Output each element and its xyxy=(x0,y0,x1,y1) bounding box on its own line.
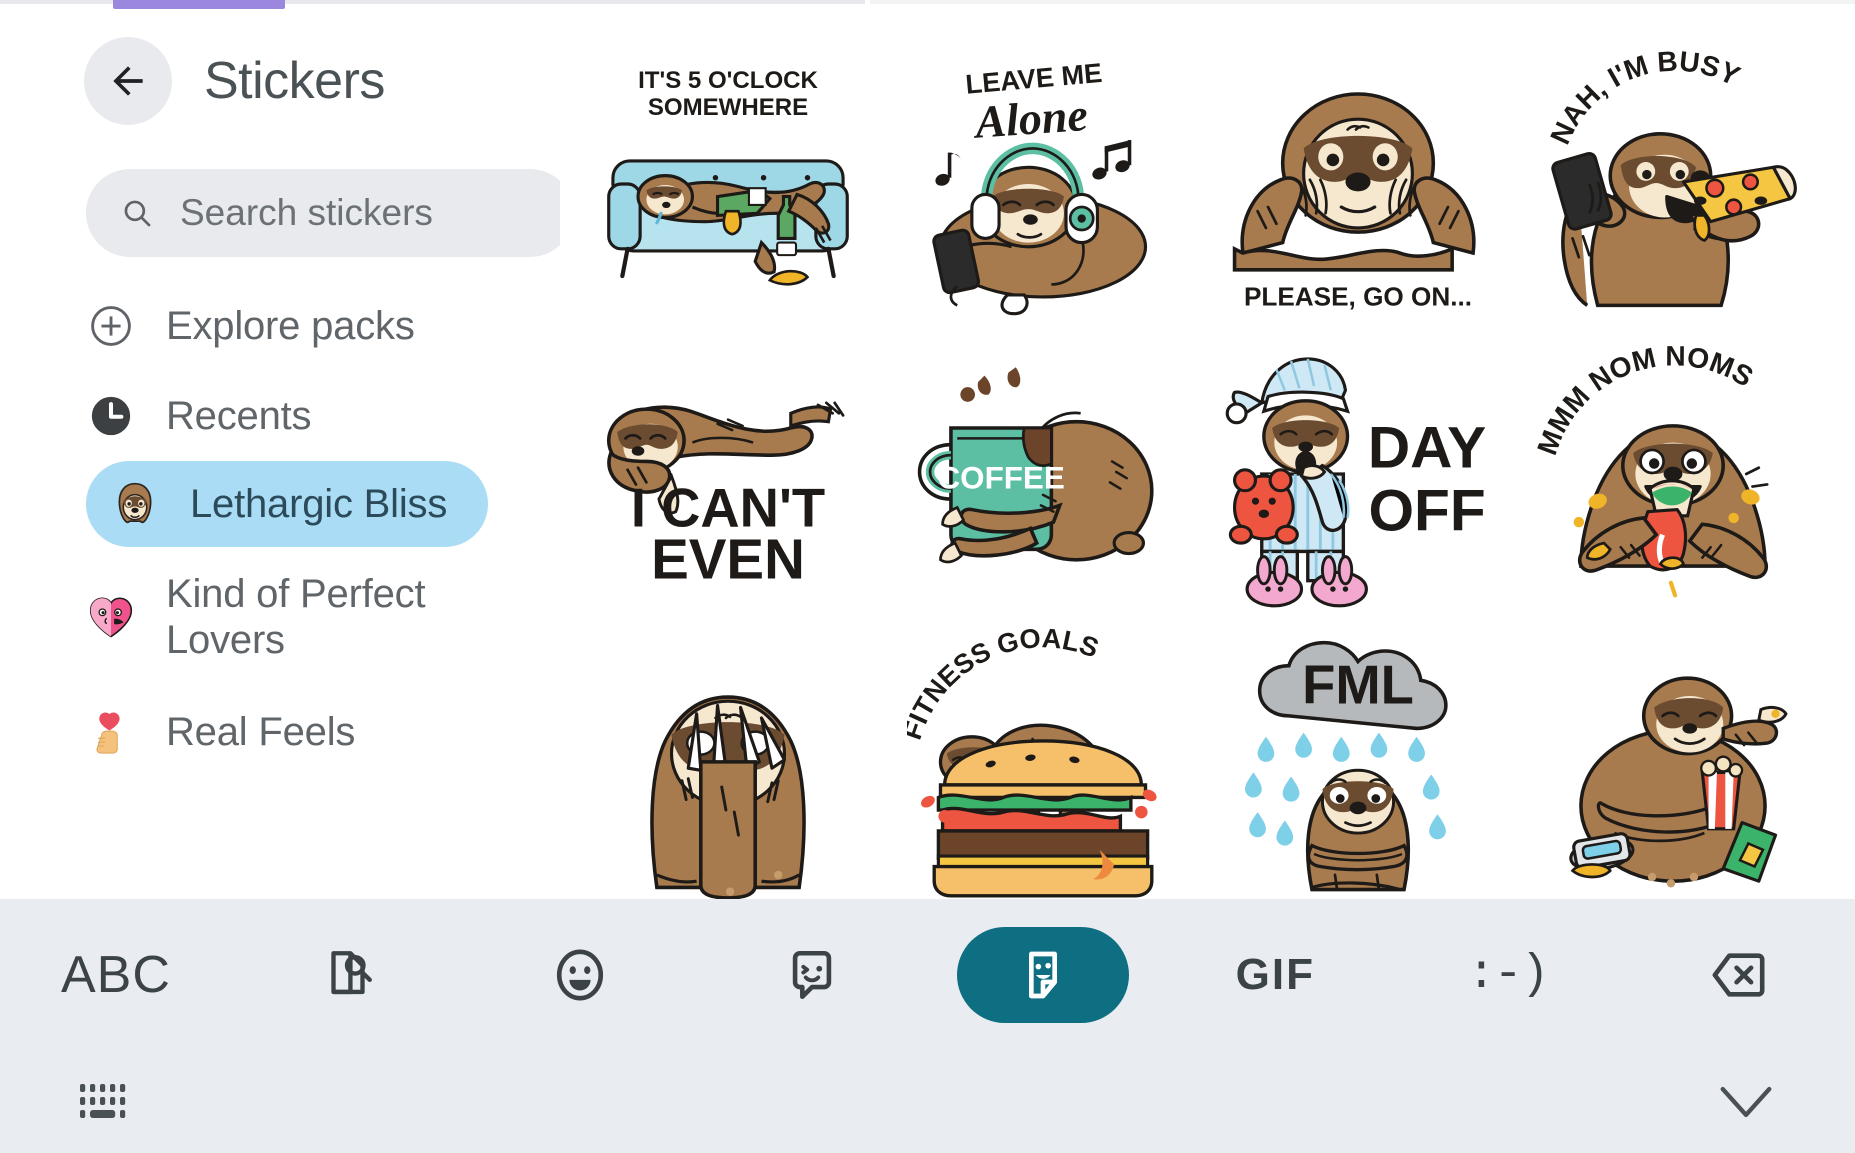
sloth-draped-flat-art: I CAN'T EVEN xyxy=(606,401,845,591)
sticker-caption-line2: SOMEWHERE xyxy=(647,94,807,121)
bottom-bar xyxy=(0,1051,1855,1153)
chevron-down-icon[interactable] xyxy=(1715,1081,1777,1123)
sidebar: Stickers Search stickers Explore packs R… xyxy=(0,9,560,899)
emoji-face-icon xyxy=(556,949,603,1001)
pack-list: Explore packs Recents Lethargic Bliss Ki… xyxy=(0,281,560,777)
page-title: Stickers xyxy=(204,52,385,110)
keyboard-tab-abc[interactable]: ABC xyxy=(0,945,232,1005)
sticker-junk-food[interactable] xyxy=(1516,619,1831,909)
keyboard-tab-emoticon[interactable]: :-) xyxy=(1391,948,1623,1002)
sloth-hands-on-face-art: PLEASE, GO ON... xyxy=(1232,92,1476,311)
sticker-leave-me-alone[interactable]: LEAVE ME Alone xyxy=(885,39,1200,329)
plus-circle-icon xyxy=(86,301,136,351)
sidebar-item-recents[interactable]: Recents xyxy=(0,371,560,461)
sidebar-item-label: Explore packs xyxy=(166,303,415,348)
sloth-phone-pizza-art: NAH, I'M BUSY xyxy=(1544,48,1798,308)
header: Stickers xyxy=(0,35,560,127)
keyboard-backspace[interactable] xyxy=(1623,946,1855,1004)
keyboard-tab-stickers[interactable] xyxy=(928,927,1160,1023)
accent-segment-right xyxy=(870,0,1855,4)
sloth-eating-taco-art: MMM NOM NOMS xyxy=(1537,340,1769,598)
clock-icon xyxy=(86,391,136,441)
sticker-caption-line1: PLEASE, GO ON... xyxy=(1244,281,1472,311)
arrow-left-icon xyxy=(113,66,143,96)
back-button[interactable] xyxy=(84,37,172,125)
sidebar-item-lethargic-bliss[interactable]: Lethargic Bliss xyxy=(86,461,488,547)
keyboard-icon[interactable] xyxy=(78,1078,134,1126)
search-input[interactable] xyxy=(180,192,560,234)
sticker-please-go-on[interactable]: PLEASE, GO ON... xyxy=(1201,39,1516,329)
sticker-caption-line2: OFF xyxy=(1369,478,1486,543)
music-note-icon xyxy=(935,152,962,186)
sidebar-item-explore-packs[interactable]: Explore packs xyxy=(0,281,560,371)
kissing-heart-icon xyxy=(86,592,136,642)
emoticon-text-icon: :-) xyxy=(1466,948,1549,1002)
sticker-hanging-claws[interactable] xyxy=(570,619,885,909)
sticker-mmm-nom-noms[interactable]: MMM NOM NOMS xyxy=(1516,329,1831,619)
hand-holding-heart-icon xyxy=(86,707,136,757)
keyboard-tab-emoji[interactable] xyxy=(464,946,696,1004)
sloth-rain-cloud-art: FML xyxy=(1245,640,1448,892)
keyboard-tab-gif[interactable]: GIF xyxy=(1159,950,1391,1000)
sloth-hugging-coffee-mug-art: COFFEE xyxy=(917,367,1154,564)
picker-body: Stickers Search stickers Explore packs R… xyxy=(0,9,1855,900)
sloth-face-icon xyxy=(110,479,160,529)
sticker-grid-area: IT'S 5 O'CLOCK SOMEWHERE LEAVE ME Alone … xyxy=(560,9,1855,900)
gif-text-icon: GIF xyxy=(1235,950,1315,999)
keyboard-toolbar: ABC GIF:-) xyxy=(0,899,1855,1051)
sticker-picker-screen: Stickers Search stickers Explore packs R… xyxy=(0,0,1855,1153)
accent-segment-purple xyxy=(113,0,285,9)
sticker-i-cant-even[interactable]: I CAN'T EVEN xyxy=(570,329,885,619)
sidebar-item-kind-of-perfect-lovers[interactable]: Kind of Perfect Lovers xyxy=(0,547,560,687)
search-bar[interactable] xyxy=(86,169,560,257)
top-accent-strip xyxy=(0,0,1855,9)
search-icon xyxy=(124,200,151,227)
sloth-on-couch-with-bottle-art: IT'S 5 O'CLOCK SOMEWHERE xyxy=(606,67,849,286)
sticker-fitness-goals[interactable]: FITNESS GOALS xyxy=(885,619,1200,909)
backspace-icon xyxy=(1712,953,1765,997)
sidebar-item-label: Lethargic Bliss xyxy=(190,481,448,526)
sticker-tab-active-pill[interactable] xyxy=(957,927,1130,1023)
sloth-with-snacks-art xyxy=(1569,676,1789,888)
sticker-day-off[interactable]: DAY OFF xyxy=(1201,329,1516,619)
sticker-caption-line1: FML xyxy=(1302,654,1414,715)
sticker-card-icon xyxy=(1029,951,1058,999)
document-search-icon xyxy=(331,951,372,995)
sticker-fml[interactable]: FML xyxy=(1201,619,1516,909)
sticker-caption-line1: FITNESS GOALS xyxy=(907,628,1103,743)
sticker-coffee[interactable]: COFFEE xyxy=(885,329,1200,619)
sloth-hanging-claws-art xyxy=(649,695,806,900)
keyboard-tab-text-search[interactable] xyxy=(232,946,464,1004)
sloth-on-burger-art: FITNESS GOALS xyxy=(907,628,1157,898)
sticker-caption-line2: Alone xyxy=(970,89,1089,148)
sloth-pajamas-art: DAY OFF xyxy=(1225,357,1486,608)
abc-text-icon: ABC xyxy=(60,946,171,1004)
sidebar-item-label: Kind of Perfect Lovers xyxy=(166,571,426,662)
sticker-nah-im-busy[interactable]: NAH, I'M BUSY xyxy=(1516,39,1831,329)
sticker-caption-line1: NAH, I'M BUSY xyxy=(1544,48,1746,149)
sticker-caption-line2: EVEN xyxy=(651,528,805,591)
accent-segment-mid xyxy=(285,0,865,4)
accent-segment-left xyxy=(0,0,113,4)
music-note-icon xyxy=(1092,140,1132,180)
sticker-bubble-icon xyxy=(792,950,831,1000)
sidebar-item-label: Recents xyxy=(166,393,312,438)
sidebar-item-real-feels[interactable]: Real Feels xyxy=(0,687,560,777)
sticker-grid: IT'S 5 O'CLOCK SOMEWHERE LEAVE ME Alone … xyxy=(570,39,1831,909)
sticker-caption-line1: IT'S 5 O'CLOCK xyxy=(638,67,818,94)
sticker-five-oclock[interactable]: IT'S 5 O'CLOCK SOMEWHERE xyxy=(570,39,885,329)
keyboard-tab-emoji-sticker[interactable] xyxy=(696,946,928,1004)
sloth-headphones-phone-art: LEAVE ME Alone xyxy=(932,57,1147,316)
sticker-caption-line1: DAY xyxy=(1368,416,1486,481)
sidebar-item-label: Real Feels xyxy=(166,709,356,754)
